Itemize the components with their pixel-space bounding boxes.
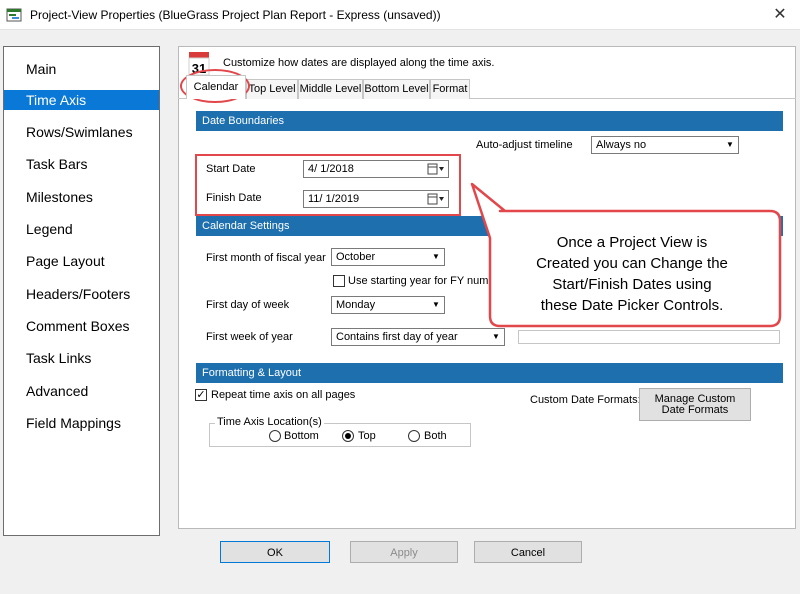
callout-line1: Once a Project View is (556, 234, 708, 251)
callout-text: Once a Project View is Created you can C… (488, 232, 776, 316)
callout-line3: Start/Finish Dates using (552, 276, 712, 293)
callout-line2: Created you can Change the (536, 255, 728, 272)
tab-calendar[interactable]: Calendar (186, 75, 246, 99)
callout-line4: these Date Picker Controls. (540, 297, 724, 314)
